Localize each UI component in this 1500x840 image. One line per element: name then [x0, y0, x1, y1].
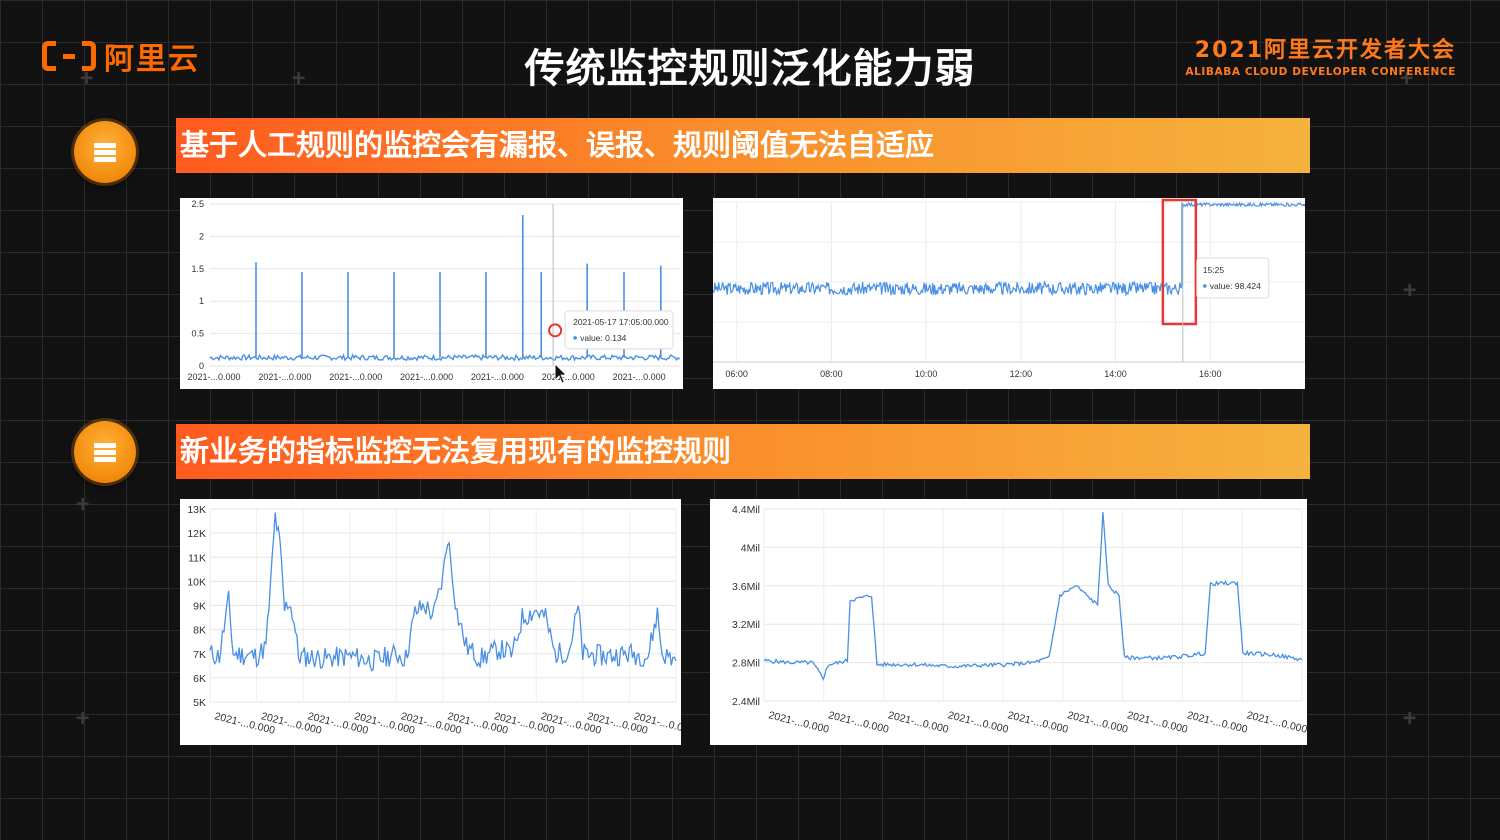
x-tick-label: 2021-...0.000: [613, 372, 666, 382]
chart-spikes: 0 0.5 1 1.5 2 2.5 2021-...0.000 2021-...0.000 20…: [187, 199, 681, 384]
tooltip-time: 15:25: [1203, 265, 1225, 275]
tooltip-time: 2021-05-17 17:05:00.000: [573, 317, 669, 327]
y-tick-label: 2.4Mil: [732, 696, 760, 708]
chart-panel-plateaus: 2.4Mil 2.8Mil 3.2Mil 3.6Mil 4Mil 4.4Mil 2021-.…: [710, 499, 1307, 745]
x-tick-label: 08:00: [820, 369, 843, 379]
server-stack-icon: [74, 421, 136, 483]
x-tick-label: 2021-...0.000: [471, 372, 524, 382]
x-tick-label: 2021-...0.000: [542, 372, 595, 382]
x-tick-label: 2021-...0.000: [827, 709, 890, 736]
y-tick-label: 9K: [193, 601, 206, 613]
highlight-circle: [548, 323, 563, 338]
section-banner-1: 基于人工规则的监控会有漏报、误报、规则阈值无法自适应: [176, 118, 1310, 173]
y-tick-label: 1: [199, 296, 204, 306]
plus-decoration-icon: +: [1403, 706, 1417, 731]
y-tick-label: 10K: [187, 576, 206, 588]
x-tick-label: 12:00: [1010, 369, 1033, 379]
series-line: [209, 353, 681, 362]
chart-daily-pattern: 5K6K7K8K9K10K11K12K13K2021-...0.0002021-…: [187, 504, 681, 737]
highlight-box: [1161, 198, 1198, 326]
x-tick-label: 2021-...0.000: [400, 372, 453, 382]
y-tick-label: 0.5: [191, 329, 204, 339]
chart-panel-daily-pattern: 5K 6K 7K 8K 9K 10K 11K 12K 13K 2021-...0.000 2021-…: [180, 499, 681, 745]
y-tick-label: 11K: [188, 552, 206, 564]
x-tick-label: 14:00: [1104, 369, 1127, 379]
y-tick-label: 0: [199, 361, 204, 371]
plus-decoration-icon: +: [1403, 278, 1417, 303]
x-tick-label: 2021-...0.000: [1245, 709, 1307, 736]
y-tick-label: 6K: [193, 673, 206, 685]
y-tick-label: 4Mil: [741, 542, 760, 554]
x-tick-label: 2021-...0.000: [887, 709, 950, 736]
chart-panel-level-shift: 06:00 08:00 10:00 12:00 14:00 16:00 15:25 value…: [713, 198, 1305, 389]
y-tick-label: 8K: [193, 625, 206, 637]
y-tick-label: 12K: [187, 528, 206, 540]
section-banner-2: 新业务的指标监控无法复用现有的监控规则: [176, 424, 1310, 479]
conference-title: 2021阿里云开发者大会: [1194, 38, 1456, 63]
tooltip-dot: [1203, 284, 1207, 288]
y-tick-label: 5K: [193, 697, 206, 709]
y-tick-label: 7K: [193, 649, 206, 661]
x-tick-label: 2021-...0.000: [947, 709, 1010, 736]
server-stack-icon: [74, 121, 136, 183]
chart-panel-spikes: 0 0.5 1 1.5 2 2.5 2021-...0.000 2021-...0.000 20…: [180, 198, 683, 389]
y-tick-label: 2: [199, 231, 204, 241]
plus-decoration-icon: +: [76, 706, 90, 731]
tooltip-value: value: 0.134: [580, 333, 627, 343]
x-tick-label: 06:00: [725, 369, 748, 379]
tooltip-value: value: 98.424: [1210, 281, 1261, 291]
tooltip-dot: [573, 336, 577, 340]
conference-subtitle: ALIBABA CLOUD DEVELOPER CONFERENCE: [1185, 66, 1456, 78]
x-tick-label: 10:00: [915, 369, 938, 379]
x-tick-label: 2021-...0.000: [1066, 709, 1129, 736]
y-tick-label: 13K: [187, 504, 206, 516]
conference-branding: 2021阿里云开发者大会 ALIBABA CLOUD DEVELOPER CON…: [1185, 32, 1456, 78]
x-tick-label: 2021-...0.000: [767, 709, 830, 736]
y-tick-label: 3.6Mil: [732, 581, 760, 593]
plus-decoration-icon: +: [76, 492, 90, 517]
chart-level-shift: 06:00 08:00 10:00 12:00 14:00 16:00 15:25 value…: [713, 198, 1305, 379]
y-tick-label: 3.2Mil: [732, 619, 760, 631]
y-tick-label: 2.5: [191, 199, 204, 209]
y-tick-label: 4.4Mil: [732, 504, 760, 516]
x-tick-label: 2021-...0.000: [1186, 709, 1249, 736]
x-tick-label: 2021-...0.000: [1126, 709, 1189, 736]
x-tick-label: 2021-...0.000: [1006, 709, 1069, 736]
y-tick-label: 2.8Mil: [732, 658, 760, 670]
y-tick-label: 1.5: [191, 264, 204, 274]
chart-plateaus: 2.4Mil 2.8Mil 3.2Mil 3.6Mil 4Mil 4.4Mil 2021-.…: [732, 504, 1307, 736]
x-tick-label: 16:00: [1199, 369, 1222, 379]
tooltip-box: [1196, 257, 1270, 299]
x-tick-label: 2021-...0.000: [258, 372, 311, 382]
x-tick-label: 2021-...0.000: [187, 372, 240, 382]
series-line: [763, 512, 1303, 681]
x-tick-label: 2021-...0.000: [329, 372, 382, 382]
